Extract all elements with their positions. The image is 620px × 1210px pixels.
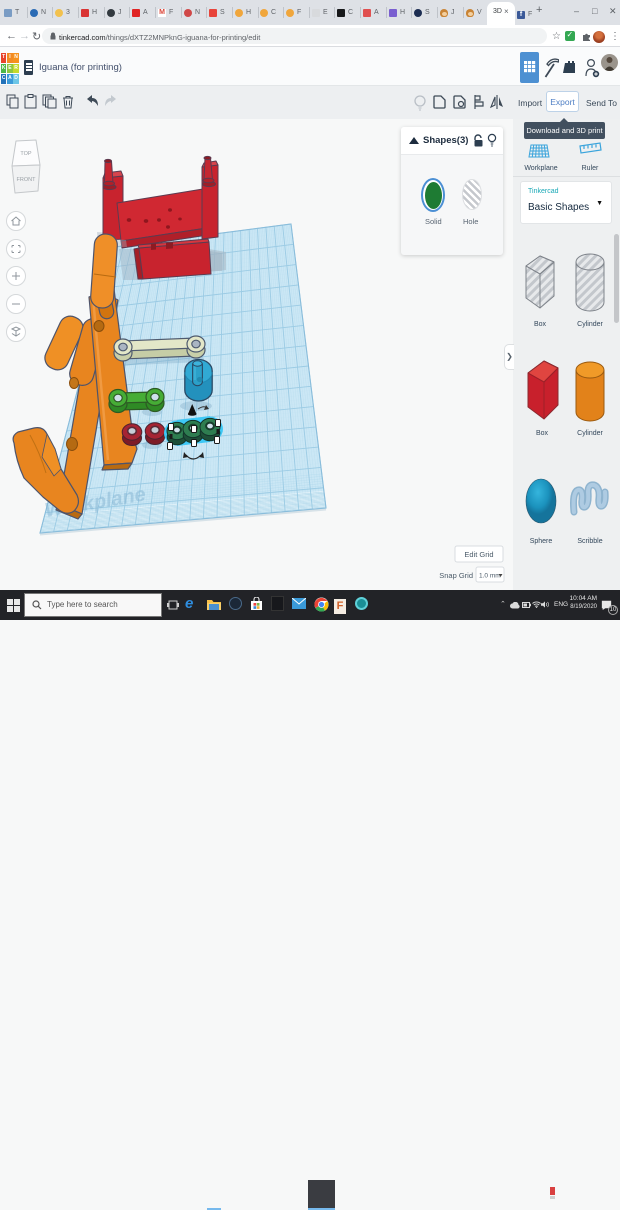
- svg-text:Edit Grid: Edit Grid: [464, 550, 493, 559]
- svg-text:Snap Grid: Snap Grid: [439, 571, 473, 580]
- svg-text:TOP: TOP: [20, 151, 32, 157]
- svg-text:1.0 mm: 1.0 mm: [479, 573, 501, 580]
- svg-text:FRONT: FRONT: [17, 177, 37, 183]
